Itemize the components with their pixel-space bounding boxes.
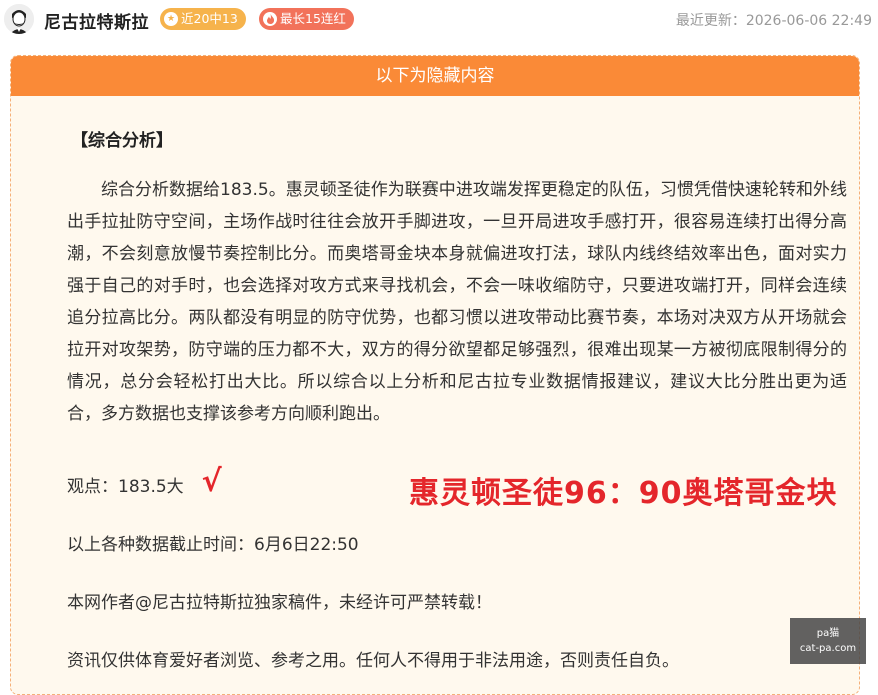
disclaimer: 资讯仅供体育爱好者浏览、参考之用。任何人不得用于非法用途，否则责任自负。 (67, 651, 679, 671)
avatar-portrait-icon (4, 4, 34, 34)
section-title: 【综合分析】 (71, 131, 173, 151)
final-score: 惠灵顿圣徒96：90奥塔哥金块 (409, 476, 838, 511)
avatar[interactable] (4, 4, 34, 34)
recent-record-badge: ★ 近20中13 (160, 8, 246, 30)
opinion-line: 观点：183.5大 √ (67, 464, 222, 499)
star-icon: ★ (164, 12, 178, 26)
hidden-content-card: 以下为隐藏内容 【综合分析】 综合分析数据给183.5。惠灵顿圣徒作为联赛中进攻… (10, 55, 860, 695)
last-updated: 最近更新：2026-06-06 22:49 (675, 13, 872, 29)
recent-record-label: 近20中13 (181, 11, 238, 26)
check-mark-icon: √ (201, 464, 222, 499)
watermark-line2: cat-pa.com (799, 643, 857, 654)
streak-badge: 最长15连红 (259, 8, 354, 30)
hidden-content-banner: 以下为隐藏内容 (11, 56, 859, 96)
site-watermark: pa猫 cat-pa.com (790, 618, 866, 664)
watermark-line1: pa猫 (816, 628, 840, 639)
data-cutoff-time: 以上各种数据截止时间：6月6日22:50 (67, 535, 359, 555)
copyright-notice: 本网作者@尼古拉特斯拉独家稿件，未经许可严禁转载！ (67, 593, 492, 613)
streak-label: 最长15连红 (280, 11, 346, 26)
analysis-paragraph: 综合分析数据给183.5。惠灵顿圣徒作为联赛中进攻端发挥更稳定的队伍，习惯凭借快… (67, 180, 847, 424)
opinion-text: 观点：183.5大 (67, 477, 184, 497)
author-name[interactable]: 尼古拉特斯拉 (44, 8, 149, 33)
article-header: 尼古拉特斯拉 ★ 近20中13 最长15连红 最近更新：2026-06-06 2… (0, 0, 878, 42)
flame-icon (263, 12, 277, 26)
